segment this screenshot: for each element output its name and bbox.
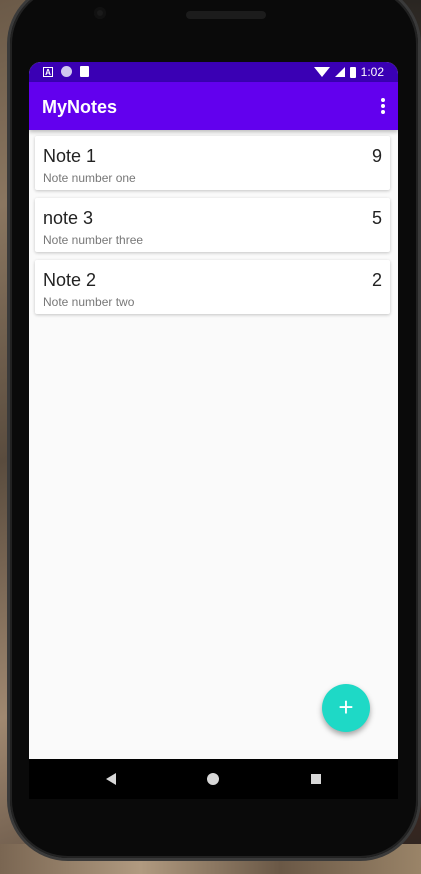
signal-icon — [334, 67, 345, 77]
battery-icon — [349, 66, 356, 78]
add-note-button[interactable]: + — [322, 684, 370, 732]
add-icon: + — [338, 692, 354, 722]
more-vert-icon[interactable] — [380, 98, 386, 114]
note-card[interactable]: Note 1 Note number one 9 — [35, 136, 390, 190]
home-icon[interactable] — [207, 773, 219, 785]
note-title: note 3 — [43, 208, 94, 228]
note-description: Note number two — [43, 295, 135, 309]
status-bar: A 1:02 — [29, 62, 398, 82]
earpiece-speaker — [186, 11, 266, 19]
note-card[interactable]: Note 2 Note number two 2 — [35, 260, 390, 314]
notes-list: Note 1 Note number one 9 note 3 Note num… — [35, 136, 390, 322]
note-priority: 9 — [371, 146, 382, 166]
note-description: Note number one — [43, 171, 136, 185]
navigation-bar — [29, 759, 398, 799]
note-card[interactable]: note 3 Note number three 5 — [35, 198, 390, 252]
front-camera — [94, 7, 106, 19]
note-title: Note 2 — [43, 270, 97, 290]
sd-card-icon — [80, 66, 89, 77]
app-title: MyNotes — [42, 97, 118, 117]
note-priority: 5 — [371, 208, 382, 228]
note-priority: 2 — [371, 270, 382, 290]
a-notification-icon: A — [43, 66, 53, 77]
note-description: Note number three — [43, 233, 144, 247]
back-icon[interactable] — [106, 773, 116, 785]
app-bar: MyNotes — [29, 82, 398, 130]
note-title: Note 1 — [43, 146, 97, 166]
status-time: 1:02 — [360, 65, 384, 79]
circle-notification-icon — [61, 66, 72, 77]
wifi-icon — [313, 67, 330, 77]
app-screen: A 1:02 MyNotes Note 1 Note number one 9 … — [29, 62, 398, 759]
recents-icon[interactable] — [311, 774, 321, 784]
